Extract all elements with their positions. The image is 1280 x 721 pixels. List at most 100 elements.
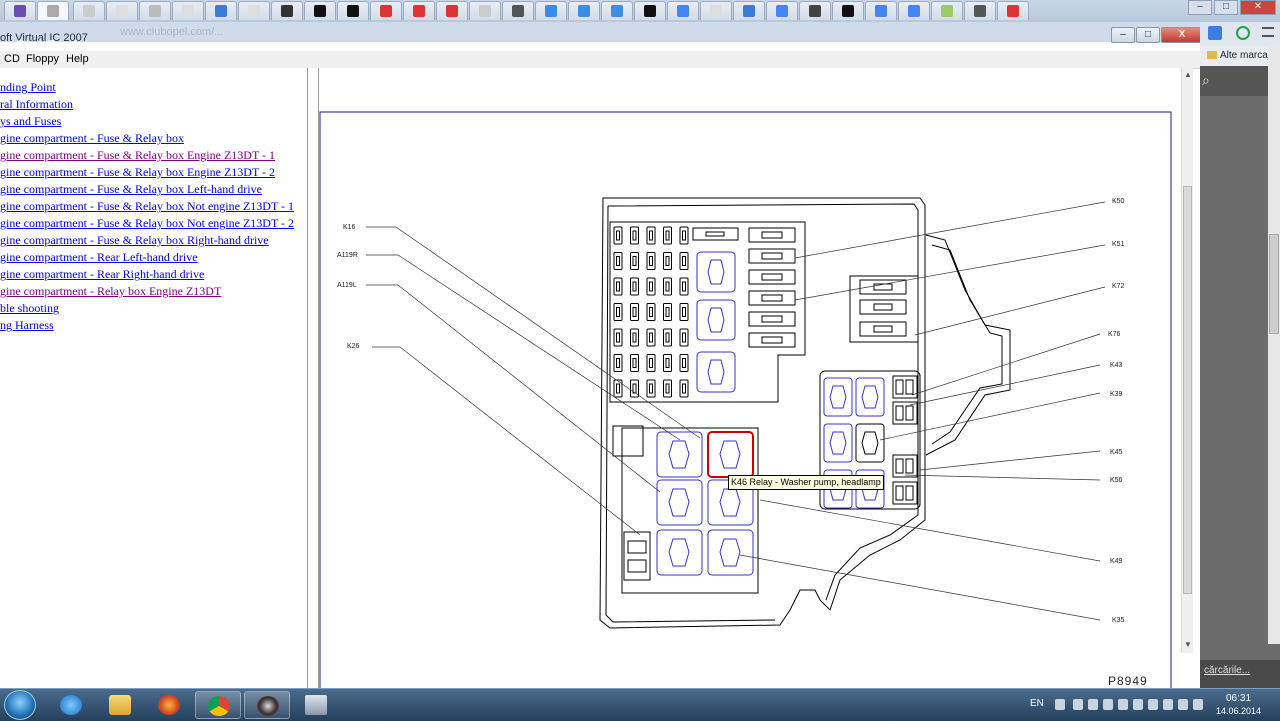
taskbar-explorer[interactable] [97,691,143,719]
nav-link[interactable]: gine compartment - Fuse & Relay box Not … [0,199,294,214]
mini-fuse [679,328,689,347]
diagram-scrollbar[interactable]: ▲ ▼ [1181,68,1193,653]
downloads-link[interactable]: cărcările... [1204,665,1250,676]
menu-cd[interactable]: CD [4,53,20,65]
browser-tab[interactable] [139,1,171,20]
sidebar-scrollbar[interactable] [1268,44,1280,644]
translate-icon[interactable] [1208,26,1222,40]
nav-link[interactable]: gine compartment - Rear Left-hand drive [0,250,198,265]
leader-line [759,499,1101,562]
browser-tab[interactable] [205,1,237,20]
mini-fuse-element [616,281,620,292]
tray-network-icon[interactable] [1103,699,1113,710]
tray-security-icon[interactable] [1118,699,1128,710]
refresh-icon[interactable] [1236,26,1250,40]
tray-signal-icon[interactable] [1148,699,1158,710]
browser-tab[interactable] [304,1,336,20]
browser-tab[interactable] [172,1,204,20]
nav-link[interactable]: ys and Fuses [0,114,61,129]
tab-favicon-icon [545,5,557,17]
clock-time[interactable]: 06:31 [1226,693,1251,704]
mini-fuse-element [649,230,653,241]
pane-splitter[interactable] [307,68,319,688]
browser-tab[interactable] [403,1,435,20]
browser-tab[interactable] [766,1,798,20]
browser-minimize-button[interactable]: – [1188,0,1212,15]
browser-tab[interactable] [634,1,666,20]
browser-tab[interactable] [964,1,996,20]
relay [656,431,703,478]
browser-tab[interactable] [931,1,963,20]
browser-tab[interactable] [832,1,864,20]
nav-link[interactable]: gine compartment - Fuse & Relay box Engi… [0,148,275,163]
browser-tab[interactable] [799,1,831,20]
scroll-down-icon[interactable]: ▼ [1184,640,1192,649]
nav-link[interactable]: gine compartment - Relay box Engine Z13D… [0,284,221,299]
browser-tab[interactable] [106,1,138,20]
nav-link[interactable]: gine compartment - Fuse & Relay box Engi… [0,165,275,180]
browser-tab[interactable] [667,1,699,20]
taskbar-program[interactable] [293,691,339,719]
tray-volume-icon[interactable] [1193,699,1203,710]
browser-tab[interactable] [535,1,567,20]
leader-line [399,346,641,536]
browser-tab[interactable] [271,1,303,20]
browser-tab[interactable] [370,1,402,20]
mini-fuse-element [665,281,670,292]
browser-close-button[interactable]: ✕ [1240,0,1276,15]
app-minimize-button[interactable]: – [1111,27,1135,43]
tray-device-icon[interactable] [1133,699,1143,710]
scroll-thumb[interactable] [1183,186,1192,594]
browser-tab[interactable] [568,1,600,20]
tray-arrow-icon[interactable] [1055,699,1065,710]
start-button-icon[interactable] [4,690,36,720]
browser-tab[interactable] [337,1,369,20]
browser-tab[interactable] [469,1,501,20]
browser-tab[interactable] [898,1,930,20]
nav-link[interactable]: gine compartment - Fuse & Relay box Left… [0,182,262,197]
tray-power-icon[interactable] [1163,699,1173,710]
nav-link[interactable]: gine compartment - Fuse & Relay box Not … [0,216,294,231]
browser-tab[interactable] [238,1,270,20]
nav-link[interactable]: gine compartment - Fuse & Relay box [0,131,184,146]
clock-date[interactable]: 14.06.2014 [1216,706,1261,716]
browser-tab[interactable] [4,1,36,20]
tray-flag-icon[interactable] [1178,699,1188,710]
sidebar-search[interactable]: ⌕ [1200,66,1270,96]
nav-link[interactable]: ng Harness [0,318,54,333]
browser-tab[interactable] [73,1,105,20]
taskbar-chrome[interactable] [195,691,241,719]
browser-tab[interactable] [865,1,897,20]
tray-bluetooth-icon[interactable] [1088,699,1098,710]
language-indicator[interactable]: EN [1030,698,1044,709]
app-maximize-button[interactable]: □ [1136,27,1160,43]
tray-app-icon[interactable] [1073,699,1083,710]
nav-link[interactable]: nding Point [0,80,56,95]
browser-tab[interactable] [436,1,468,20]
browser-tab[interactable] [601,1,633,20]
taskbar-firefox[interactable] [146,691,192,719]
tab-favicon-icon [809,5,821,17]
browser-tab[interactable] [502,1,534,20]
browser-maximize-button[interactable]: □ [1214,0,1238,15]
menu-help[interactable]: Help [66,53,89,65]
menu-floppy[interactable]: Floppy [26,53,59,65]
mini-fuse [663,303,672,321]
nav-link[interactable]: ble shooting [0,301,59,316]
nav-link[interactable]: gine compartment - Rear Right-hand drive [0,267,204,282]
scroll-up-icon[interactable]: ▲ [1184,70,1192,79]
address-bar[interactable]: www.clubopel.com/... [0,22,1200,42]
app-close-button[interactable]: X [1161,27,1203,43]
taskbar-internet-explorer[interactable] [48,691,94,719]
mini-fuse [630,354,639,372]
browser-tab[interactable] [997,1,1029,20]
menu-icon[interactable] [1262,27,1274,37]
browser-tab[interactable] [37,1,69,20]
browser-tab[interactable] [700,1,732,20]
nav-link[interactable]: ral Information [0,97,73,112]
maxi-fuse [748,269,796,285]
maxi-fuse-element [761,231,783,239]
browser-tab[interactable] [733,1,765,20]
taskbar-app-opel[interactable] [244,691,290,719]
nav-link[interactable]: gine compartment - Fuse & Relay box Righ… [0,233,269,248]
